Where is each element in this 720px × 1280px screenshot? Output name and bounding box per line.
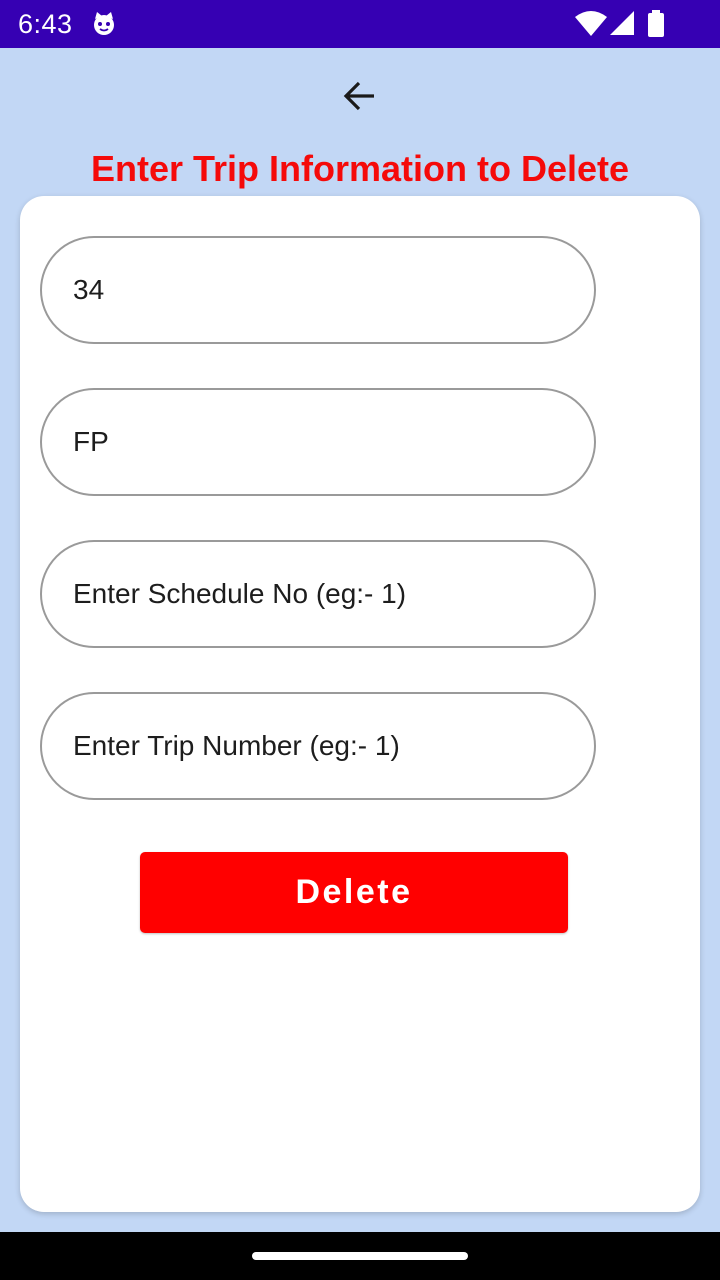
trip-form-card: 34 FP Enter Schedule No (eg:- 1) Enter T… (20, 196, 700, 1212)
page-title: Enter Trip Information to Delete (90, 148, 630, 189)
battery-icon (648, 10, 664, 37)
arrow-left-icon[interactable] (338, 74, 382, 118)
navigation-bar (0, 1232, 720, 1280)
status-time: 6:43 (18, 9, 73, 39)
route-number-value: 34 (73, 274, 105, 305)
home-gesture-handle[interactable] (252, 1252, 468, 1260)
wifi-icon (575, 11, 607, 36)
delete-button[interactable]: Delete (140, 852, 568, 933)
cellular-signal-icon (610, 11, 634, 35)
route-code-field[interactable]: FP (40, 388, 596, 496)
route-number-field[interactable]: 34 (40, 236, 596, 344)
schedule-number-field[interactable]: Enter Schedule No (eg:- 1) (40, 540, 596, 648)
trip-number-placeholder: Enter Trip Number (eg:- 1) (73, 730, 400, 761)
route-code-value: FP (73, 426, 109, 457)
trip-number-field[interactable]: Enter Trip Number (eg:- 1) (40, 692, 596, 800)
cat-notification-icon (94, 12, 114, 35)
schedule-number-placeholder: Enter Schedule No (eg:- 1) (73, 578, 407, 609)
status-bar: 6:43 (0, 0, 720, 48)
